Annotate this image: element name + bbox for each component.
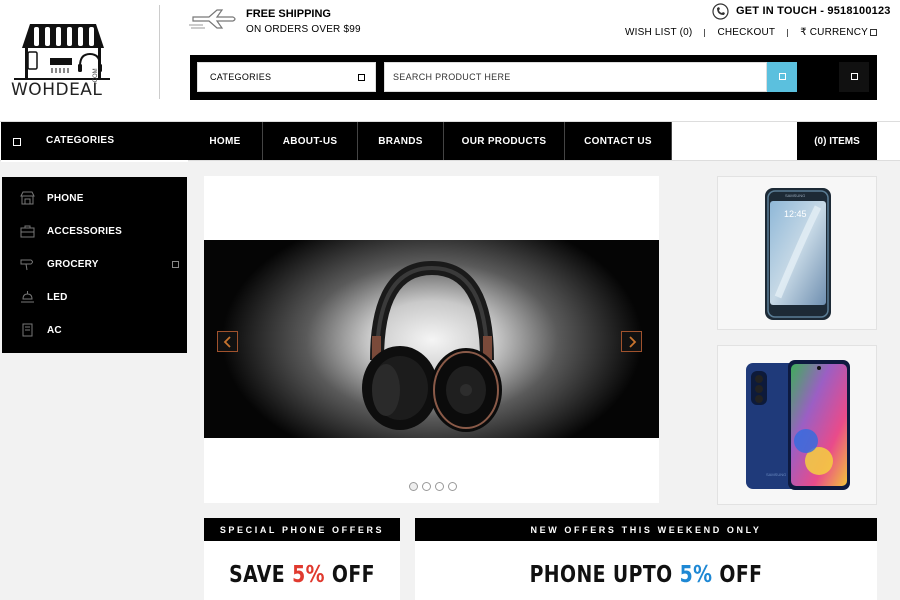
chevron-right-icon xyxy=(172,261,179,268)
nav-home[interactable]: HOME xyxy=(188,122,263,160)
nav-brands[interactable]: BRANDS xyxy=(358,122,444,160)
slider-dot[interactable] xyxy=(448,482,457,491)
contact-text: GET IN TOUCH - 9518100123 xyxy=(736,5,891,17)
cart-button[interactable] xyxy=(839,62,869,92)
hero-slider xyxy=(204,176,659,503)
briefcase-icon xyxy=(20,225,35,238)
nav-contact-us[interactable]: CONTACT US xyxy=(565,122,672,160)
chevron-down-icon xyxy=(870,28,877,36)
sidebar-item-label: PHONE xyxy=(47,193,84,204)
link-separator xyxy=(787,28,789,37)
shipping-title: FREE SHIPPING xyxy=(246,8,331,20)
chevron-down-icon xyxy=(358,74,365,81)
offer-heading: NEW OFFERS THIS WEEKEND ONLY xyxy=(415,518,877,541)
product-card-phone-1[interactable]: 12:45 SAMSUNG xyxy=(717,176,877,330)
categories-toggle[interactable]: CATEGORIES xyxy=(1,122,188,160)
nav-menu: HOME ABOUT-US BRANDS OUR PRODUCTS CONTAC… xyxy=(188,122,672,160)
categories-label: CATEGORIES xyxy=(46,135,115,146)
main-nav: CATEGORIES HOME ABOUT-US BRANDS OUR PROD… xyxy=(0,121,900,162)
search-icon xyxy=(779,73,786,80)
sidebar-item-label: LED xyxy=(47,292,68,303)
store-icon xyxy=(20,191,35,205)
category-select[interactable]: CATEGORIES xyxy=(197,62,376,92)
brand-name[interactable]: WOHDEAL xyxy=(11,80,102,100)
slider-pagination xyxy=(409,482,457,491)
nav-divider xyxy=(1,160,188,162)
currency-label: ₹ CURRENCY xyxy=(800,27,868,38)
sidebar-item-label: AC xyxy=(47,325,62,336)
slider-dot[interactable] xyxy=(422,482,431,491)
offer-text-after: OFF xyxy=(712,562,763,588)
brand-suffix: .COM xyxy=(93,68,99,84)
slider-next-button[interactable] xyxy=(621,331,642,352)
chevron-left-icon xyxy=(223,336,231,348)
product-card-phone-2[interactable]: SAMSUNG xyxy=(717,345,877,505)
headphones-image xyxy=(362,260,502,432)
phone-brand-text: SAMSUNG xyxy=(766,472,786,477)
shipping-subtitle: ON ORDERS OVER $99 xyxy=(246,24,361,35)
wishlist-link[interactable]: WISH LIST (0) xyxy=(625,27,692,38)
slider-dot[interactable] xyxy=(435,482,444,491)
cart-icon xyxy=(851,73,858,80)
search-input[interactable] xyxy=(384,62,767,92)
sidebar-item-grocery[interactable]: GROCERY xyxy=(2,249,187,279)
category-select-label: CATEGORIES xyxy=(210,72,272,82)
search-bar: CATEGORIES xyxy=(190,55,877,100)
hair-dryer-icon xyxy=(20,259,33,271)
sidebar-item-accessories[interactable]: ACCESSORIES xyxy=(2,216,187,246)
smartphone-image: SAMSUNG xyxy=(746,360,850,490)
menu-icon xyxy=(13,138,21,146)
search-button[interactable] xyxy=(767,62,797,92)
offer-text-before: PHONE UPTO xyxy=(529,562,680,588)
header-divider xyxy=(159,5,160,99)
slide-image-headphones xyxy=(204,240,659,438)
sidebar-item-led[interactable]: LED xyxy=(2,282,187,312)
airplane-icon xyxy=(189,9,236,29)
sidebar-item-label: ACCESSORIES xyxy=(47,226,122,237)
phone-screen-time: 12:45 xyxy=(784,209,807,219)
offer-card-weekend[interactable]: NEW OFFERS THIS WEEKEND ONLY PHONE UPTO … xyxy=(415,518,877,600)
cart-items-count[interactable]: (0) ITEMS xyxy=(797,122,877,160)
phone-icon xyxy=(712,3,729,20)
slider-prev-button[interactable] xyxy=(217,331,238,352)
offer-text-before: SAVE xyxy=(229,562,293,588)
nav-about-us[interactable]: ABOUT-US xyxy=(263,122,358,160)
sidebar-item-label: GROCERY xyxy=(47,259,99,270)
top-links: WISH LIST (0) CHECKOUT ₹ CURRENCY xyxy=(625,27,877,38)
phone-brand-text: SAMSUNG xyxy=(785,193,805,198)
lamp-icon xyxy=(21,291,34,303)
sidebar-item-phone[interactable]: PHONE xyxy=(2,183,187,213)
chevron-right-icon xyxy=(629,336,637,348)
category-sidebar: PHONE ACCESSORIES GROCERY LED AC xyxy=(2,177,187,353)
nav-our-products[interactable]: OUR PRODUCTS xyxy=(444,122,565,160)
offer-highlight: 5% xyxy=(292,562,325,588)
smartphone-image: 12:45 SAMSUNG xyxy=(765,188,831,320)
slider-dot[interactable] xyxy=(409,482,418,491)
currency-dropdown[interactable]: ₹ CURRENCY xyxy=(800,27,877,38)
offer-text: PHONE UPTO 5% OFF xyxy=(457,562,836,588)
offer-card-phone[interactable]: SPECIAL PHONE OFFERS SAVE 5% OFF xyxy=(204,518,400,600)
sidebar-item-ac[interactable]: AC xyxy=(2,315,187,345)
checkout-link[interactable]: CHECKOUT xyxy=(717,27,775,38)
offer-text-after: OFF xyxy=(324,562,375,588)
offer-heading: SPECIAL PHONE OFFERS xyxy=(204,518,400,541)
offer-highlight: 5% xyxy=(679,562,713,588)
offer-text: SAVE 5% OFF xyxy=(222,562,383,588)
top-header: WOHDEAL .COM FREE SHIPPING ON ORDERS OVE… xyxy=(0,0,900,121)
ac-unit-icon xyxy=(22,323,33,337)
link-separator xyxy=(704,28,706,37)
